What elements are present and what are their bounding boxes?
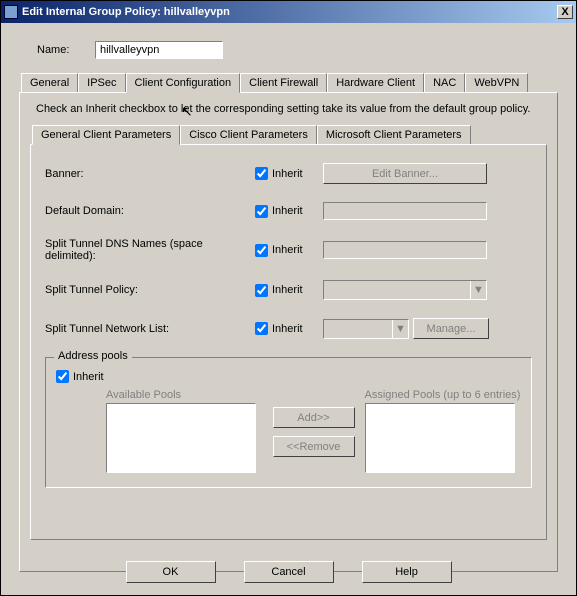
split-policy-select: ▼ [323, 280, 487, 300]
dialog-buttons: OK Cancel Help [1, 561, 576, 583]
split-dns-input [323, 241, 487, 259]
main-tabstrip: General IPSec Client Configuration Clien… [21, 73, 558, 92]
row-split-netlist: Split Tunnel Network List: Inherit ▼ Man… [45, 318, 532, 339]
banner-inherit-label: Inherit [272, 168, 303, 180]
inherit-hint: Check an Inherit checkbox to let the cor… [36, 103, 543, 115]
default-domain-label: Default Domain: [45, 205, 255, 217]
split-dns-inherit-checkbox[interactable] [255, 244, 268, 257]
titlebar: Edit Internal Group Policy: hillvalleyvp… [1, 1, 576, 23]
add-pool-button: Add>> [273, 407, 355, 428]
pool-buttons: Add>> <<Remove [263, 389, 365, 457]
default-domain-input [323, 202, 487, 220]
subtab-cisco-client[interactable]: Cisco Client Parameters [180, 125, 317, 144]
split-policy-inherit-checkbox[interactable] [255, 284, 268, 297]
split-policy-label: Split Tunnel Policy: [45, 284, 255, 296]
name-input[interactable] [95, 41, 223, 59]
default-domain-inherit-label: Inherit [272, 205, 303, 217]
banner-label: Banner: [45, 168, 255, 180]
name-label: Name: [37, 44, 95, 56]
address-pools-fieldset: Address pools Inherit Available Pools Ad… [45, 357, 532, 488]
cancel-button[interactable]: Cancel [244, 561, 334, 583]
split-netlist-inherit-checkbox[interactable] [255, 322, 268, 335]
assigned-pools-label: Assigned Pools (up to 6 entries) [365, 389, 522, 401]
ok-button[interactable]: OK [126, 561, 216, 583]
app-icon [4, 5, 18, 19]
row-default-domain: Default Domain: Inherit [45, 202, 532, 220]
split-dns-label: Split Tunnel DNS Names (space delimited)… [45, 238, 255, 262]
tab-webvpn[interactable]: WebVPN [465, 73, 528, 92]
tab-client-firewall[interactable]: Client Firewall [240, 73, 327, 92]
split-netlist-label: Split Tunnel Network List: [45, 323, 255, 335]
manage-button: Manage... [413, 318, 489, 339]
tab-general[interactable]: General [21, 73, 78, 92]
close-icon: X [561, 6, 568, 18]
default-domain-inherit-checkbox[interactable] [255, 205, 268, 218]
edit-banner-button: Edit Banner... [323, 163, 487, 184]
content-area: Name: General IPSec Client Configuration… [1, 23, 576, 578]
subtab-general-client[interactable]: General Client Parameters [32, 125, 180, 145]
pools-inherit-checkbox[interactable] [56, 370, 69, 383]
row-split-policy: Split Tunnel Policy: Inherit ▼ [45, 280, 532, 300]
tab-panel: Check an Inherit checkbox to let the cor… [19, 92, 558, 572]
name-row: Name: [37, 41, 558, 59]
subtab-microsoft-client[interactable]: Microsoft Client Parameters [317, 125, 471, 144]
sub-tabstrip: General Client Parameters Cisco Client P… [32, 125, 547, 144]
chevron-down-icon: ▼ [392, 320, 408, 338]
help-button[interactable]: Help [362, 561, 452, 583]
split-netlist-inherit-label: Inherit [272, 323, 303, 335]
remove-pool-button: <<Remove [273, 436, 355, 457]
tab-ipsec[interactable]: IPSec [78, 73, 125, 92]
window-title: Edit Internal Group Policy: hillvalleyvp… [22, 6, 557, 18]
tab-nac[interactable]: NAC [424, 73, 465, 92]
available-pools-listbox [106, 403, 256, 473]
close-button[interactable]: X [557, 5, 573, 19]
split-policy-inherit-label: Inherit [272, 284, 303, 296]
tab-client-configuration[interactable]: Client Configuration [126, 73, 241, 93]
pools-inherit-label: Inherit [73, 371, 104, 383]
split-dns-inherit-label: Inherit [272, 244, 303, 256]
row-split-dns: Split Tunnel DNS Names (space delimited)… [45, 238, 532, 262]
tab-hardware-client[interactable]: Hardware Client [327, 73, 424, 92]
pools-row: Available Pools Add>> <<Remove Assigned … [56, 389, 521, 473]
banner-inherit-checkbox[interactable] [255, 167, 268, 180]
split-netlist-select: ▼ [323, 319, 409, 339]
row-banner: Banner: Inherit Edit Banner... [45, 163, 532, 184]
available-pools-label: Available Pools [106, 389, 263, 401]
chevron-down-icon: ▼ [470, 281, 486, 299]
address-pools-legend: Address pools [54, 350, 132, 362]
assigned-pools-listbox [365, 403, 515, 473]
dialog-window: Edit Internal Group Policy: hillvalleyvp… [0, 0, 577, 596]
sub-panel: Banner: Inherit Edit Banner... Default D… [30, 144, 547, 540]
